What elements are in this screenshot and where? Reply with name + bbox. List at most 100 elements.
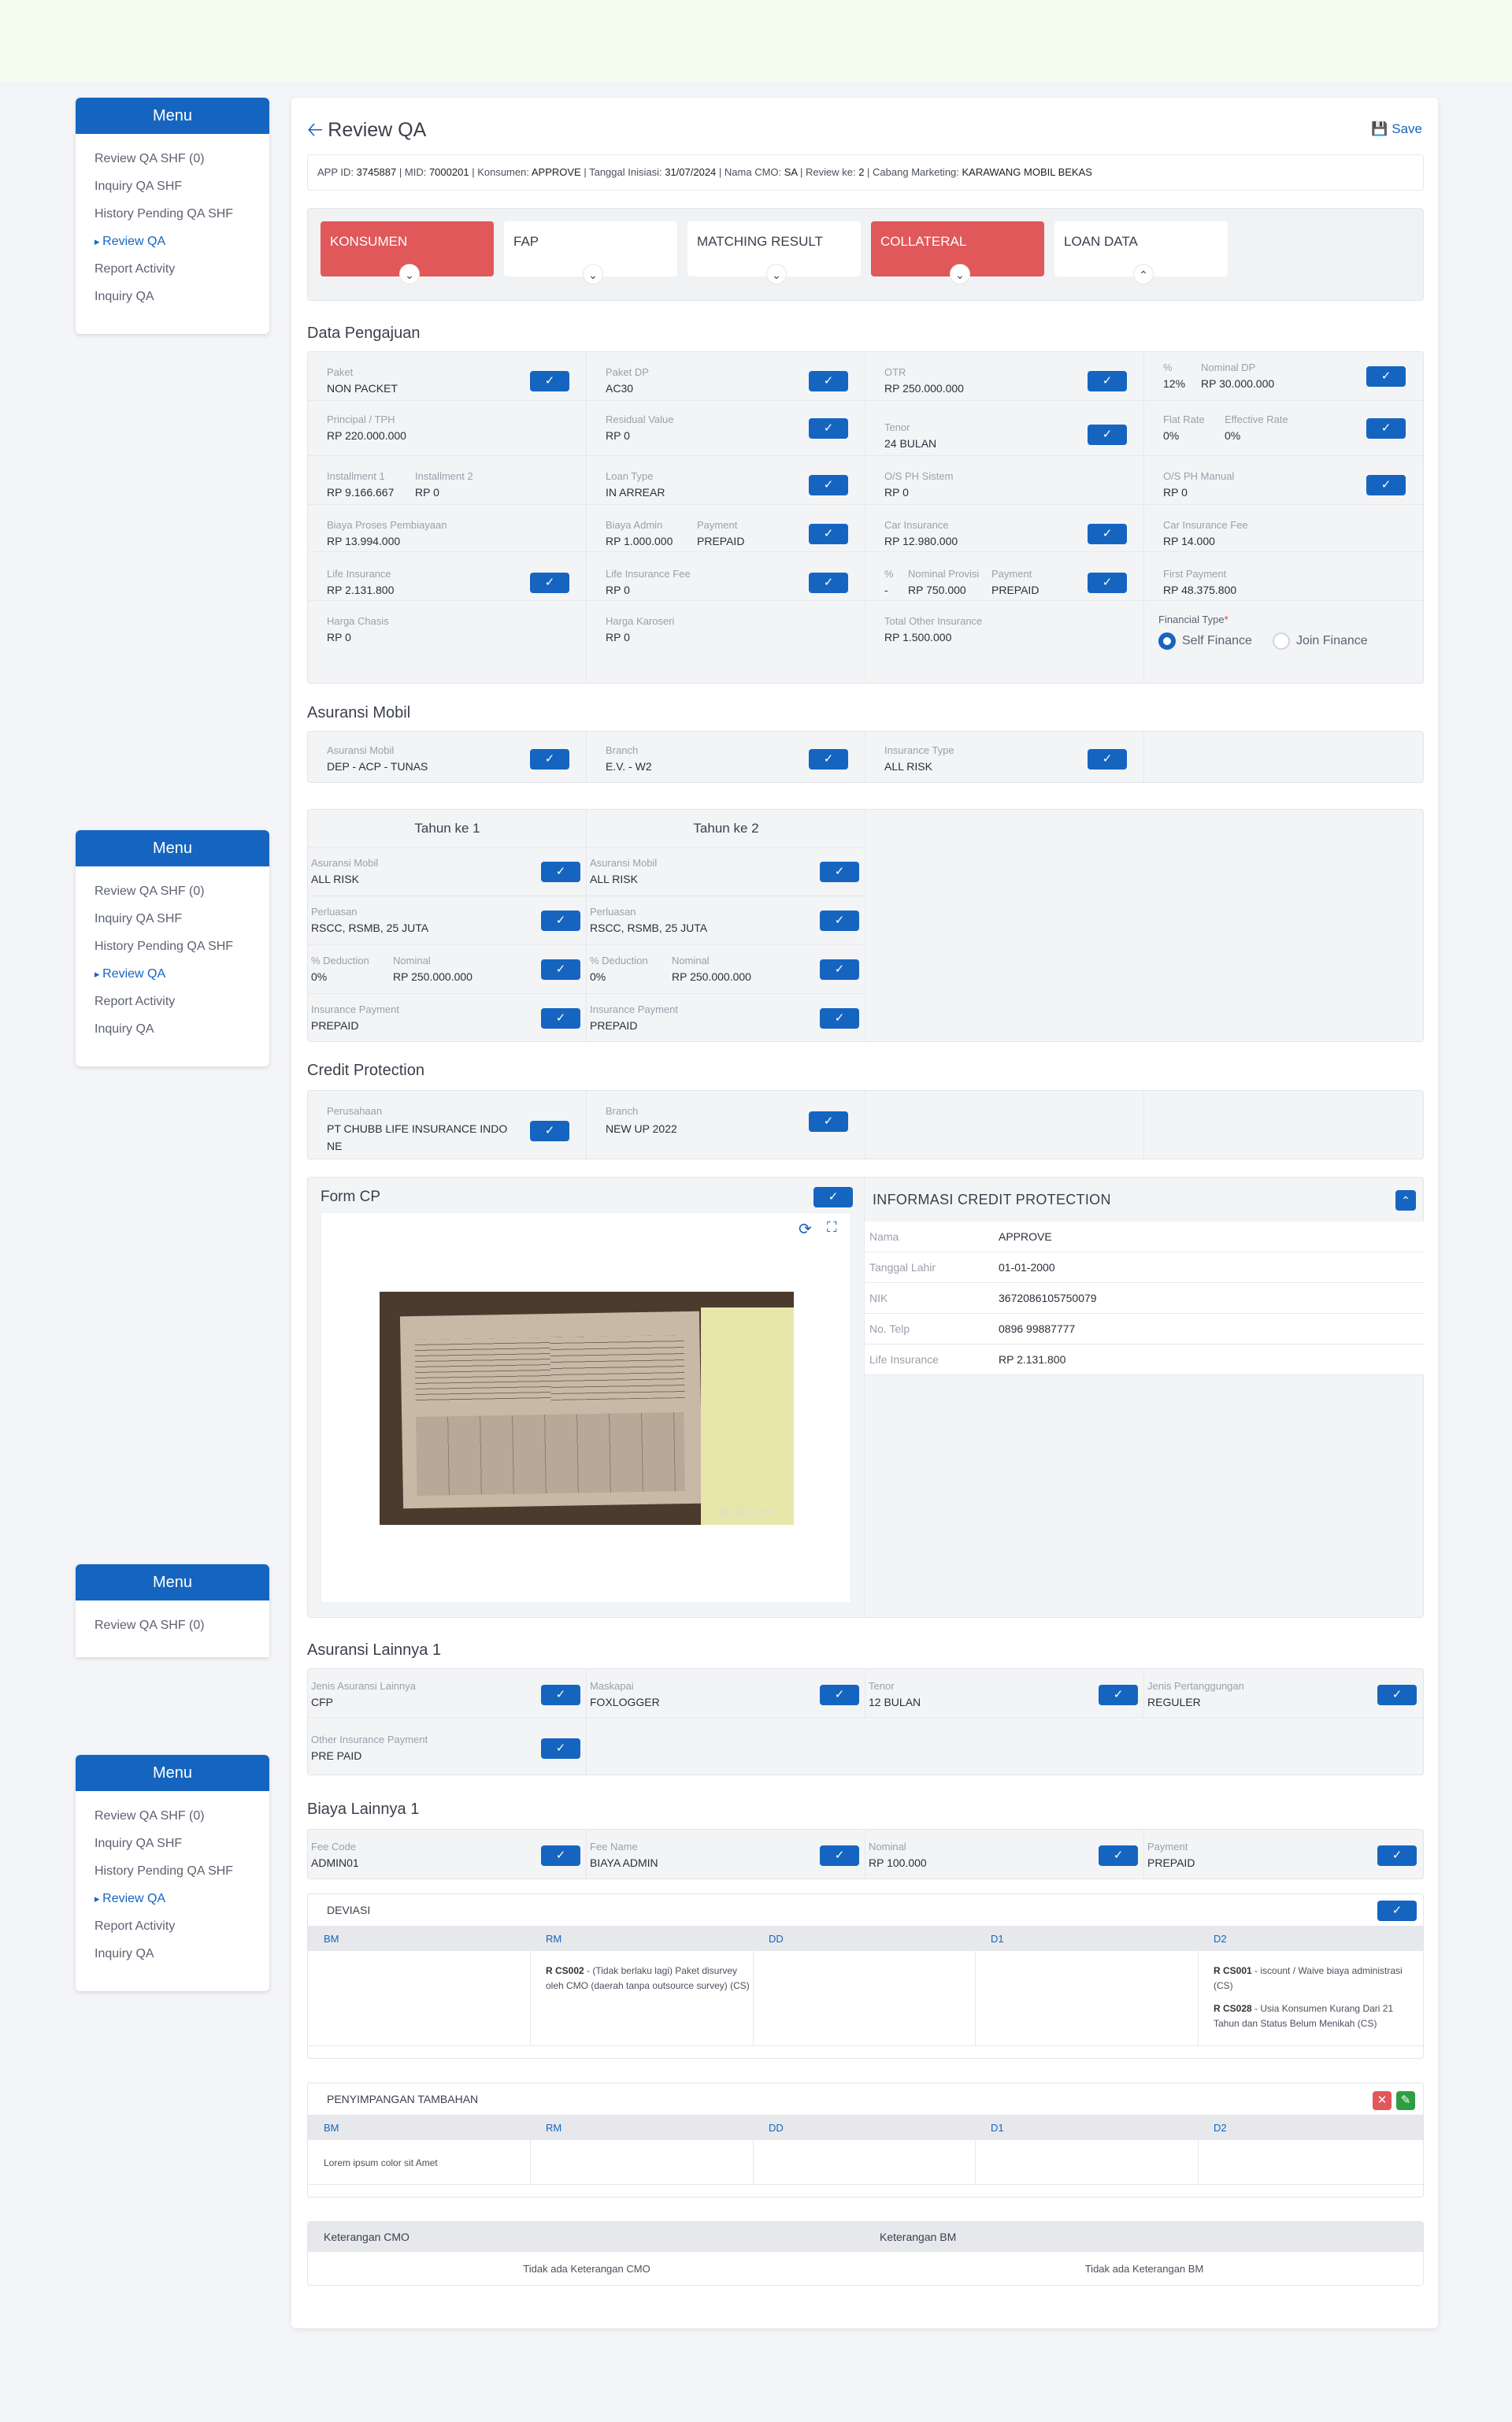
- menu-item-review-qa-shf[interactable]: Review QA SHF (0): [94, 1612, 269, 1639]
- verify-checkbox[interactable]: ✓: [809, 371, 848, 391]
- tab-fap[interactable]: FAP ⌄: [504, 221, 677, 284]
- verify-checkbox[interactable]: ✓: [1377, 1685, 1417, 1705]
- verify-checkbox[interactable]: ✓: [809, 573, 848, 593]
- divider: [530, 1951, 531, 2046]
- menu-item-inquiry-qa[interactable]: Inquiry QA: [94, 283, 269, 310]
- tab-collateral[interactable]: COLLATERAL ⌄: [871, 221, 1044, 284]
- delete-icon[interactable]: ✕: [1373, 2091, 1392, 2110]
- verify-checkbox[interactable]: ✓: [541, 959, 580, 980]
- menu-item-review-qa-shf[interactable]: Review QA SHF (0): [94, 877, 269, 905]
- tab-loan-data[interactable]: LOAN DATA ⌃: [1054, 221, 1228, 284]
- join-finance-radio[interactable]: [1272, 632, 1290, 650]
- asuransi-tahun-grid: Tahun ke 1 Tahun ke 2 Asuransi Mobil ALL …: [307, 809, 1424, 1042]
- verify-checkbox[interactable]: ✓: [1366, 475, 1406, 495]
- verify-checkbox[interactable]: ✓: [530, 749, 569, 770]
- year-2-payment: Insurance Payment PREPAID ✓: [587, 994, 865, 1041]
- verify-checkbox[interactable]: ✓: [541, 1738, 580, 1759]
- menu-item-inquiry-qa-shf[interactable]: Inquiry QA SHF: [94, 1830, 269, 1857]
- page-title: 🡠 Review QA: [307, 119, 427, 141]
- self-finance-radio[interactable]: [1158, 632, 1176, 650]
- application-info-bar: APP ID: 3745887 | MID: 7000201 | Konsume…: [307, 154, 1424, 191]
- field-total-other-insurance: Total Other Insurance RP 1.500.000: [865, 601, 1144, 683]
- document-viewer: ⟳ ⛶ detikcom: [321, 1212, 851, 1603]
- divider: [308, 2184, 1423, 2185]
- verify-checkbox[interactable]: ✓: [1377, 1901, 1417, 1921]
- verify-checkbox[interactable]: ✓: [1366, 418, 1406, 439]
- verify-checkbox[interactable]: ✓: [809, 1111, 848, 1132]
- penyimpangan-table: PENYIMPANGAN TAMBAHAN ✕ ✎ BM RM DD D1 D2…: [307, 2083, 1424, 2198]
- verify-checkbox[interactable]: ✓: [541, 862, 580, 882]
- menu-item-inquiry-qa-shf[interactable]: Inquiry QA SHF: [94, 905, 269, 933]
- verify-checkbox[interactable]: ✓: [530, 573, 569, 593]
- menu-item-history-pending[interactable]: History Pending QA SHF: [94, 200, 269, 228]
- edit-icon[interactable]: ✎: [1396, 2091, 1415, 2110]
- verify-checkbox[interactable]: ✓: [1088, 371, 1127, 391]
- menu-item-review-qa[interactable]: Review QA: [94, 960, 269, 988]
- chevron-down-icon[interactable]: ⌄: [766, 264, 787, 284]
- menu-item-inquiry-qa[interactable]: Inquiry QA: [94, 1015, 269, 1043]
- verify-checkbox[interactable]: ✓: [541, 1685, 580, 1705]
- asuransi-mobil-grid: Asuransi Mobil DEP - ACP - TUNAS ✓ Branch E…: [307, 731, 1424, 783]
- chevron-down-icon[interactable]: ⌄: [583, 264, 603, 284]
- verify-checkbox[interactable]: ✓: [1099, 1685, 1138, 1705]
- verify-checkbox[interactable]: ✓: [820, 1008, 859, 1029]
- verify-checkbox[interactable]: ✓: [820, 1845, 859, 1866]
- chevron-down-icon[interactable]: ⌄: [950, 264, 970, 284]
- menu-item-review-qa[interactable]: Review QA: [94, 1885, 269, 1912]
- verify-checkbox[interactable]: ✓: [820, 911, 859, 931]
- verify-checkbox[interactable]: ✓: [820, 1685, 859, 1705]
- rotate-icon[interactable]: ⟳: [799, 1219, 812, 1239]
- verify-checkbox[interactable]: ✓: [1088, 749, 1127, 770]
- save-button[interactable]: 💾 Save: [1371, 121, 1422, 137]
- verify-checkbox[interactable]: ✓: [1088, 524, 1127, 544]
- tab-matching-result[interactable]: MATCHING RESULT ⌄: [687, 221, 861, 284]
- tab-konsumen[interactable]: KONSUMEN ⌄: [321, 221, 494, 284]
- chevron-down-icon[interactable]: ⌄: [399, 264, 420, 284]
- verify-checkbox[interactable]: ✓: [541, 1845, 580, 1866]
- back-arrow-icon[interactable]: 🡠: [307, 119, 323, 141]
- menu-item-report-activity[interactable]: Report Activity: [94, 255, 269, 283]
- verify-checkbox[interactable]: ✓: [530, 1121, 569, 1141]
- menu-item-history-pending[interactable]: History Pending QA SHF: [94, 933, 269, 960]
- year-2-header: Tahun ke 2: [587, 810, 865, 848]
- menu-item-review-qa-shf[interactable]: Review QA SHF (0): [94, 1802, 269, 1830]
- field-fee-name: Fee Name BIAYA ADMIN ✓: [587, 1830, 865, 1879]
- col-d2: D2: [1214, 2122, 1227, 2134]
- menu-item-report-activity[interactable]: Report Activity: [94, 988, 269, 1015]
- verify-checkbox[interactable]: ✓: [809, 749, 848, 770]
- menu-item-history-pending[interactable]: History Pending QA SHF: [94, 1857, 269, 1885]
- verify-checkbox[interactable]: ✓: [809, 524, 848, 544]
- menu-item-inquiry-qa[interactable]: Inquiry QA: [94, 1940, 269, 1968]
- verify-checkbox[interactable]: ✓: [1099, 1845, 1138, 1866]
- deviasi-header: BM RM DD D1 D2: [308, 1926, 1423, 1951]
- verify-checkbox[interactable]: ✓: [1088, 425, 1127, 445]
- menu-item-review-qa[interactable]: Review QA: [94, 228, 269, 255]
- deviasi-title: DEVIASI: [327, 1904, 371, 1916]
- cp-info-row: Tanggal Lahir 01-01-2000: [865, 1252, 1425, 1283]
- year-2-asuransi: Asuransi Mobil ALL RISK ✓: [587, 848, 865, 896]
- verify-checkbox[interactable]: ✓: [1088, 573, 1127, 593]
- verify-checkbox[interactable]: ✓: [809, 418, 848, 439]
- fullscreen-icon[interactable]: ⛶: [827, 1219, 837, 1236]
- penyimpangan-title: PENYIMPANGAN TAMBAHAN: [327, 2093, 479, 2105]
- menu-item-inquiry-qa-shf[interactable]: Inquiry QA SHF: [94, 172, 269, 200]
- menu-item-report-activity[interactable]: Report Activity: [94, 1912, 269, 1940]
- verify-checkbox[interactable]: ✓: [1366, 366, 1406, 387]
- chevron-up-icon[interactable]: ⌃: [1133, 264, 1154, 284]
- deviasi-table: DEVIASI ✓ BM RM DD D1 D2 R CS002 - (Tida…: [307, 1893, 1424, 2059]
- asuransi-lainnya-grid: Jenis Asuransi Lainnya CFP ✓ Maskapai FOXLO…: [307, 1668, 1425, 1775]
- collapse-icon[interactable]: ⌃: [1395, 1190, 1416, 1211]
- verify-checkbox[interactable]: ✓: [820, 862, 859, 882]
- verify-checkbox[interactable]: ✓: [1377, 1845, 1417, 1866]
- yellow-paper: [701, 1307, 794, 1525]
- verify-checkbox[interactable]: ✓: [530, 371, 569, 391]
- verify-checkbox[interactable]: ✓: [541, 1008, 580, 1029]
- divider: [1198, 2140, 1199, 2184]
- menu-item-review-qa-shf[interactable]: Review QA SHF (0): [94, 145, 269, 172]
- verify-checkbox[interactable]: ✓: [809, 475, 848, 495]
- divider: [975, 2140, 976, 2184]
- verify-checkbox[interactable]: ✓: [820, 959, 859, 980]
- field-perusahaan: Perusahaan PT CHUBB LIFE INSURANCE INDO NE…: [308, 1091, 587, 1159]
- verify-checkbox[interactable]: ✓: [813, 1187, 853, 1207]
- verify-checkbox[interactable]: ✓: [541, 911, 580, 931]
